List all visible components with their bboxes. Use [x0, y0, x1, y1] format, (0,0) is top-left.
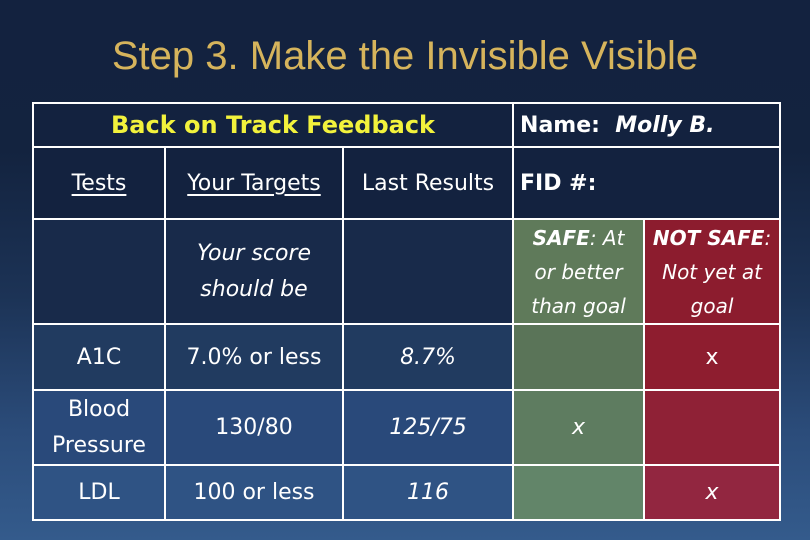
subheader-empty-tests	[32, 218, 166, 325]
col-header-tests: Tests	[32, 146, 166, 220]
patient-name-cell: Name: Molly B.	[512, 102, 782, 148]
target-value: 100 or less	[164, 464, 344, 521]
safe-mark	[512, 323, 646, 391]
table-row-a1c: A1C 7.0% or less 8.7% x	[32, 323, 782, 391]
slide-title: Step 3. Make the Invisible Visible	[111, 34, 699, 78]
patient-name: Molly B.	[615, 112, 715, 138]
result-value: 116	[341, 464, 515, 521]
column-header-row: Tests Your Targets Last Results FID #:	[32, 146, 782, 220]
target-value: 130/80	[164, 389, 344, 466]
test-name: A1C	[32, 323, 166, 391]
targets-note: Your score should be	[164, 218, 344, 325]
col-header-last-results: Last Results	[341, 146, 515, 220]
subheader-row: Your score should be SAFE: At or better …	[32, 218, 782, 325]
target-value: 7.0% or less	[164, 323, 344, 391]
safe-legend: SAFE: At or better than goal	[512, 218, 646, 325]
subheader-empty-results	[341, 218, 515, 325]
not-safe-legend: NOT SAFE: Not yet at goal	[643, 218, 782, 325]
safe-mark: x	[512, 389, 646, 466]
result-value: 8.7%	[341, 323, 515, 391]
safe-mark	[512, 464, 646, 521]
not-safe-mark: x	[643, 464, 782, 521]
test-name: Blood Pressure	[32, 389, 166, 466]
name-label: Name:	[520, 112, 600, 138]
not-safe-mark	[643, 389, 782, 466]
card-heading: Back on Track Feedback	[31, 102, 515, 148]
feedback-table: Back on Track Feedback Name: Molly B. Te…	[31, 102, 782, 521]
not-safe-mark: x	[643, 323, 782, 391]
table-row-ldl: LDL 100 or less 116 x	[32, 464, 782, 521]
header-row: Back on Track Feedback Name: Molly B.	[31, 102, 782, 148]
col-header-targets: Your Targets	[164, 146, 344, 220]
col-header-fid: FID #:	[512, 146, 782, 220]
table-row-blood-pressure: Blood Pressure 130/80 125/75 x	[32, 389, 782, 466]
test-name: LDL	[32, 464, 166, 521]
result-value: 125/75	[341, 389, 515, 466]
